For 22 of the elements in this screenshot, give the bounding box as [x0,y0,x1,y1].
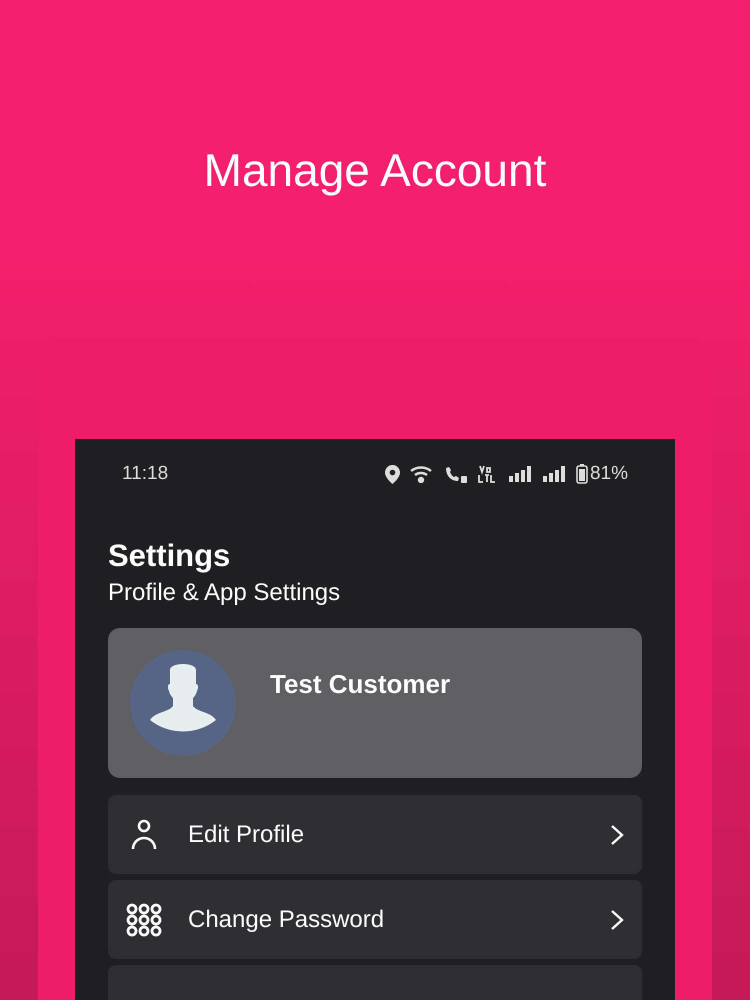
wifi-icon [410,465,434,483]
location-icon [384,464,400,484]
person-icon [131,818,157,850]
keypad-icon [126,902,162,936]
chevron-right-icon [610,908,624,930]
wifi-call-icon [444,465,468,483]
chevron-right-icon [610,824,624,846]
menu-label: Change Password [188,904,386,934]
signal-icon [542,465,566,483]
page-subtitle: Profile & App Settings [108,578,342,608]
menu-item[interactable]: Change Password [108,880,642,959]
battery-icon [576,464,588,484]
menu-label: Edit Profile [188,820,306,850]
headline: Manage Account [204,143,546,198]
page-title: Settings [108,537,232,575]
signal-icon [508,465,532,483]
profile-name: Test Customer [270,668,450,700]
profile-card[interactable]: Test Customer [108,628,642,778]
menu-item[interactable]: Edit Profile [108,795,642,874]
status-time: 11:18 [122,462,168,486]
battery-percent: 81% [590,462,628,486]
avatar-icon [130,650,236,756]
